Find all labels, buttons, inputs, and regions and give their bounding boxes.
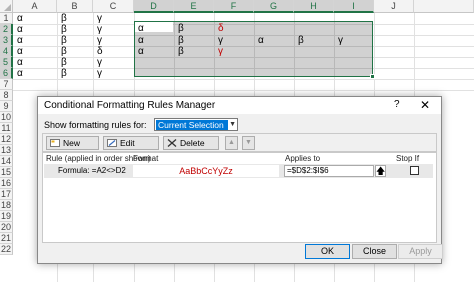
column-header-f[interactable]: F [214, 0, 254, 13]
dialog-titlebar[interactable]: Conditional Formatting Rules Manager ? ✕ [38, 97, 441, 114]
show-rules-dropdown[interactable]: Current Selection ▼ [154, 118, 238, 131]
cell-a2[interactable]: α [14, 24, 23, 35]
column-header-a[interactable]: A [13, 0, 57, 13]
column-header-h[interactable]: H [294, 0, 334, 13]
row-header-5[interactable]: 5 [0, 57, 13, 68]
fill-handle[interactable] [370, 74, 375, 79]
cell-c6[interactable]: γ [94, 68, 102, 79]
apply-button[interactable]: Apply [398, 244, 443, 259]
cell-a5[interactable]: α [14, 57, 23, 68]
cell-c3[interactable]: γ [94, 35, 102, 46]
edit-rule-button[interactable]: Edit Rule... [103, 136, 159, 160]
select-all-corner[interactable] [0, 0, 13, 13]
row-header-6[interactable]: 6 [0, 68, 13, 79]
row-header-3[interactable]: 3 [0, 35, 13, 46]
conditional-formatting-dialog[interactable]: Conditional Formatting Rules Manager ? ✕… [37, 96, 443, 264]
rules-toolbar: New Rule... Edit Rule... Delete Rule ▲ ▼ [42, 133, 437, 160]
cell-a4[interactable]: α [14, 46, 23, 57]
row-header-8[interactable]: 8 [0, 90, 13, 101]
rules-list-header: Rule (applied in order shown) Format App… [43, 153, 436, 174]
close-icon[interactable]: ✕ [420, 98, 430, 112]
row-header-18[interactable]: 18 [0, 200, 13, 211]
cell-b3[interactable]: β [58, 35, 67, 46]
row-header-15[interactable]: 15 [0, 167, 13, 178]
cell-b2[interactable]: β [58, 24, 67, 35]
cell-c1[interactable]: γ [94, 13, 102, 24]
cell-a3[interactable]: α [14, 35, 23, 46]
column-header-i[interactable]: I [334, 0, 374, 13]
ok-button[interactable]: OK [305, 244, 350, 259]
row-header-13[interactable]: 13 [0, 145, 13, 156]
new-rule-icon [50, 139, 60, 147]
rule-row[interactable]: Formula: =A2<>D2 AaBbCcYyZz =$D$2:$I$6 🡅 [44, 164, 433, 178]
column-header-e[interactable]: E [174, 0, 214, 13]
cell-g3[interactable]: α [255, 35, 264, 46]
cell-i3[interactable]: γ [335, 35, 343, 46]
close-button[interactable]: Close [352, 244, 397, 259]
cell-f3[interactable]: γ [215, 35, 223, 46]
cell-c5[interactable]: γ [94, 57, 102, 68]
gridline [13, 79, 474, 80]
row-header-4[interactable]: 4 [0, 46, 13, 57]
row-header-17[interactable]: 17 [0, 189, 13, 200]
gridline [13, 90, 474, 91]
column-header-b[interactable]: B [57, 0, 93, 13]
column-header-g[interactable]: G [254, 0, 294, 13]
cell-d4[interactable]: α [135, 46, 144, 57]
row-header-9[interactable]: 9 [0, 101, 13, 112]
chevron-down-icon[interactable]: ▼ [229, 119, 236, 130]
cell-h3[interactable]: β [295, 35, 304, 46]
cell-b5[interactable]: β [58, 57, 67, 68]
cell-d2[interactable]: α [135, 23, 144, 34]
rule-formula: Formula: =A2<>D2 [58, 166, 126, 175]
column-header-d[interactable]: D [134, 0, 174, 13]
format-preview: AaBbCcYyZz [133, 165, 279, 177]
cell-e3[interactable]: β [175, 35, 184, 46]
new-rule-button[interactable]: New Rule... [46, 136, 99, 160]
cell-b1[interactable]: β [58, 13, 67, 24]
column-format: Format [133, 154, 159, 163]
row-header-11[interactable]: 11 [0, 123, 13, 134]
row-header-16[interactable]: 16 [0, 178, 13, 189]
cell-e4[interactable]: β [175, 46, 184, 57]
cell-f4[interactable]: γ [215, 46, 223, 57]
show-rules-label: Show formatting rules for: [44, 120, 147, 130]
row-header-10[interactable]: 10 [0, 112, 13, 123]
column-header-j[interactable]: J [374, 0, 414, 13]
scope-selected-value: Current Selection [156, 120, 228, 130]
row-header-22[interactable]: 22 [0, 244, 13, 255]
dialog-title: Conditional Formatting Rules Manager [44, 100, 216, 111]
cell-c2[interactable]: γ [94, 24, 102, 35]
cell-a1[interactable]: α [14, 13, 23, 24]
collapse-range-icon[interactable]: 🡅 [375, 165, 386, 177]
row-header-20[interactable]: 20 [0, 222, 13, 233]
column-header-c[interactable]: C [93, 0, 134, 13]
cell-b4[interactable]: β [58, 46, 67, 57]
delete-icon [167, 139, 177, 147]
row-header-19[interactable]: 19 [0, 211, 13, 222]
row-header-2[interactable]: 2 [0, 24, 13, 35]
stop-if-true-checkbox[interactable] [410, 166, 419, 175]
cell-a6[interactable]: α [14, 68, 23, 79]
column-header-blank[interactable] [414, 0, 474, 13]
move-down-button[interactable]: ▼ [242, 136, 255, 150]
move-up-button[interactable]: ▲ [225, 136, 238, 150]
help-button[interactable]: ? [394, 99, 400, 110]
cell-b6[interactable]: β [58, 68, 67, 79]
row-header-1[interactable]: 1 [0, 13, 13, 24]
delete-rule-button[interactable]: Delete Rule [163, 136, 219, 160]
cell-f2[interactable]: δ [215, 23, 224, 34]
column-applies-to: Applies to [285, 154, 321, 163]
cell-e2[interactable]: β [175, 23, 184, 34]
row-header-21[interactable]: 21 [0, 233, 13, 244]
cell-d3[interactable]: α [135, 35, 144, 46]
edit-rule-icon [107, 139, 117, 147]
row-header-14[interactable]: 14 [0, 156, 13, 167]
row-header-12[interactable]: 12 [0, 134, 13, 145]
row-header-7[interactable]: 7 [0, 79, 13, 90]
rules-list[interactable]: Rule (applied in order shown) Format App… [42, 152, 437, 243]
cell-c4[interactable]: δ [94, 46, 103, 57]
applies-to-field[interactable]: =$D$2:$I$6 [284, 165, 374, 177]
